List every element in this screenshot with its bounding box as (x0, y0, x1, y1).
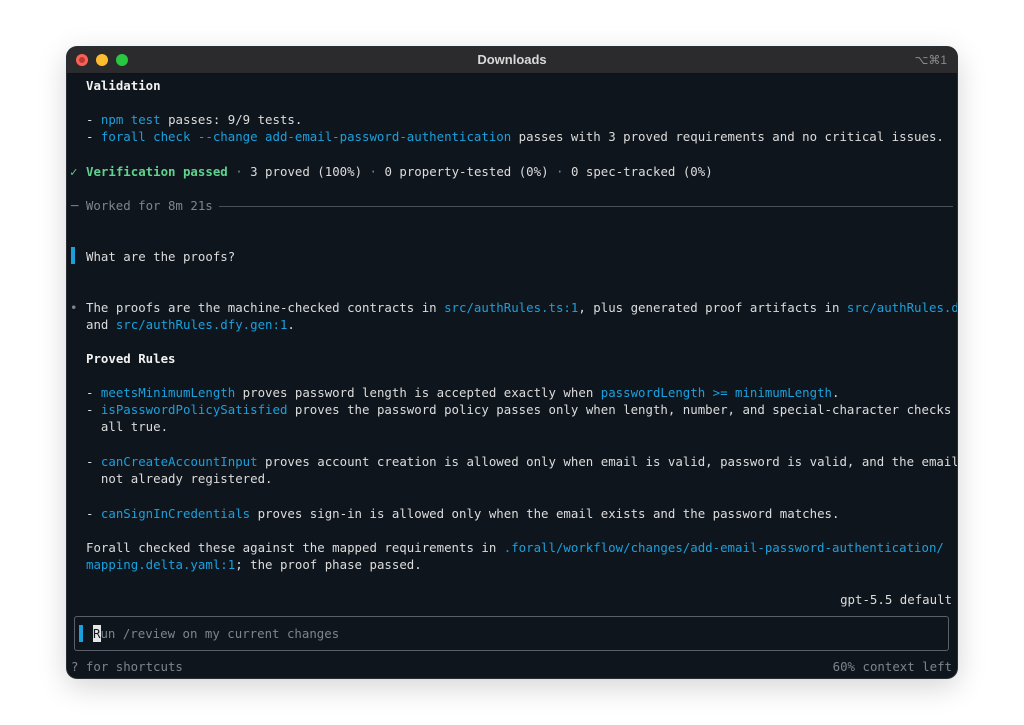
validation-item-forall-check: - forall check --change add-email-passwo… (86, 129, 944, 144)
proved-count: 3 proved (100%) (250, 164, 363, 179)
prompt-input[interactable]: Run /review on my current changes (74, 616, 949, 651)
link-authrules-dfy-gen[interactable]: src/authRules.dfy.gen:1 (116, 317, 288, 332)
npm-test-result: passes: 9/9 tests. (160, 112, 303, 127)
prompt-placeholder[interactable]: Run /review on my current changes (93, 625, 339, 642)
property-tested-count: 0 property-tested (0%) (384, 164, 549, 179)
validation-heading: Validation (86, 78, 161, 93)
verification-label: Verification passed (86, 164, 228, 179)
link-authrules-dfy[interactable]: src/authRules.dfy:1 (847, 300, 957, 315)
verification-summary: ✓ Verification passed · 3 proved (100%) ·… (70, 164, 713, 179)
rule-continuation: not already registered. (100, 471, 273, 486)
title-bar: Downloads ⌥⌘1 (67, 47, 957, 74)
rule-name: meetsMinimumLength (100, 385, 236, 400)
closing-line1: Forall checked these against the mapped … (86, 540, 944, 555)
shortcuts-hint: ? for shortcuts (71, 659, 183, 674)
window-title: Downloads (477, 52, 547, 67)
rule-name: canSignInCredentials (100, 506, 251, 521)
user-message: What are the proofs? (86, 249, 236, 264)
rule-name: canCreateAccountInput (100, 454, 258, 469)
forall-check-command: forall check --change add-email-password… (100, 129, 512, 144)
rule-name: isPasswordPolicySatisfied (100, 402, 288, 417)
window-shortcut: ⌥⌘1 (914, 53, 947, 67)
proved-rules-heading: Proved Rules (86, 351, 176, 366)
answer-paragraph-line1: • The proofs are the machine-checked cont… (70, 299, 957, 316)
rule-continuation: all true. (100, 419, 169, 434)
validation-item-npm-test: - npm test passes: 9/9 tests. (86, 112, 303, 127)
rule-code: passwordLength >= minimumLength (600, 385, 832, 400)
user-message-marker (71, 247, 75, 264)
npm-test-command: npm test (100, 112, 161, 127)
rule-is-password-policy-satisfied: - isPasswordPolicySatisfied proves the p… (86, 402, 957, 417)
answer-paragraph-line2: and src/authRules.dfy.gen:1. (86, 317, 295, 332)
worked-duration: ─ Worked for 8m 21s (71, 197, 219, 214)
worked-divider: ─ Worked for 8m 21s (67, 197, 957, 214)
model-indicator: gpt-5.5 default (840, 592, 952, 607)
context-remaining: 60% context left (832, 659, 952, 674)
forall-check-result: passes with 3 proved requirements and no… (511, 129, 944, 144)
link-authrules-ts[interactable]: src/authRules.ts:1 (444, 300, 578, 315)
spec-tracked-count: 0 spec-tracked (0%) (570, 164, 713, 179)
rule-can-create-account-input: - canCreateAccountInput proves account c… (86, 454, 957, 469)
rule-meets-minimum-length: - meetsMinimumLength proves password len… (86, 385, 840, 400)
bullet-icon: • (70, 300, 78, 315)
terminal-window: Downloads ⌥⌘1 Validation - npm test pass… (67, 47, 957, 678)
link-mapping-path[interactable]: .forall/workflow/changes/add-email-passw… (504, 540, 944, 555)
check-icon: ✓ (70, 164, 78, 179)
closing-line2: mapping.delta.yaml:1; the proof phase pa… (86, 557, 422, 572)
link-mapping-file[interactable]: mapping.delta.yaml:1 (86, 557, 235, 572)
input-marker (79, 625, 83, 642)
rule-can-sign-in-credentials: - canSignInCredentials proves sign-in is… (86, 506, 840, 521)
